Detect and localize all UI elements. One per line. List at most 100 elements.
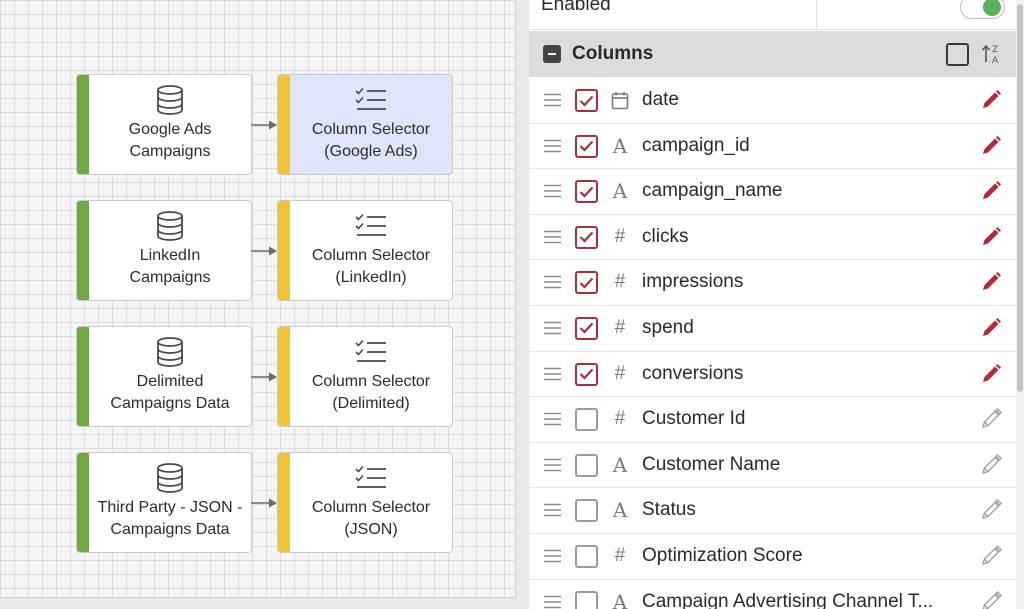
column-checkbox[interactable]: [575, 225, 598, 249]
column-checkbox[interactable]: [575, 316, 598, 340]
drag-handle-icon[interactable]: [544, 412, 561, 426]
column-row: # conversions: [529, 352, 1016, 398]
text-type-icon: A: [612, 498, 628, 523]
edit-pencil-icon[interactable]: [980, 544, 1002, 567]
number-type-icon: #: [614, 362, 626, 384]
column-name: date: [642, 89, 679, 110]
column-row: Acampaign_id: [529, 124, 1016, 170]
node-color-bar: [77, 453, 89, 552]
column-row: # Customer Id: [529, 397, 1016, 443]
drag-handle-icon[interactable]: [544, 503, 561, 517]
column-checkbox[interactable]: [575, 408, 598, 432]
select-all-checkbox[interactable]: [946, 43, 969, 66]
column-row: # impressions: [529, 260, 1016, 306]
source-node[interactable]: LinkedIn Campaigns: [76, 200, 252, 301]
text-type-icon: A: [612, 452, 628, 477]
column-selector-node[interactable]: Column Selector (Delimited): [277, 326, 453, 427]
section-title: Columns: [572, 43, 654, 64]
column-selector-node[interactable]: Column Selector (JSON): [277, 452, 453, 553]
node-label-line1: Column Selector: [311, 121, 431, 138]
source-node[interactable]: Third Party - JSON - Campaigns Data: [76, 452, 252, 553]
edit-pencil-icon[interactable]: [980, 226, 1002, 248]
number-type-icon: #: [614, 544, 626, 566]
node-label: Google Ads Campaigns: [77, 119, 251, 163]
node-label-line2: Campaigns Data: [110, 395, 230, 412]
column-checkbox[interactable]: [575, 134, 598, 158]
node-label-line1: Google Ads: [128, 121, 212, 138]
edit-pencil-icon[interactable]: [980, 89, 1002, 111]
column-row: Acampaign_name: [529, 169, 1016, 215]
drag-handle-icon[interactable]: [544, 595, 561, 609]
column-row: A Campaign Advertising Channel T...: [529, 580, 1016, 609]
number-type-icon: #: [614, 225, 626, 247]
node-label-line1: Column Selector: [311, 499, 431, 516]
column-selector-panel: Enabled Columns Z A date Acampaign_id Acam…: [529, 0, 1016, 609]
edit-pencil-icon[interactable]: [980, 499, 1002, 521]
panel-scrollbar[interactable]: [1016, 0, 1024, 609]
text-type-icon: A: [612, 133, 628, 158]
column-name: Optimization Score: [642, 544, 803, 566]
drag-handle-icon[interactable]: [544, 549, 561, 563]
drag-handle-icon[interactable]: [544, 230, 561, 244]
edit-pencil-icon[interactable]: [980, 135, 1002, 157]
column-name: campaign_name: [642, 180, 783, 202]
edit-pencil-icon[interactable]: [980, 317, 1002, 339]
column-name: Customer Name: [642, 453, 781, 475]
enabled-toggle[interactable]: [960, 0, 1005, 19]
checklist-icon: [278, 463, 452, 493]
column-checkbox[interactable]: [575, 180, 598, 204]
drag-handle-icon[interactable]: [544, 139, 561, 153]
column-name: conversions: [642, 362, 744, 384]
column-row: # spend: [529, 306, 1016, 352]
node-label: Delimited Campaigns Data: [77, 371, 251, 415]
drag-handle-icon[interactable]: [544, 275, 561, 289]
node-label: Column Selector (Google Ads): [278, 119, 452, 163]
node-label: Column Selector (LinkedIn): [278, 245, 452, 289]
column-checkbox[interactable]: [575, 362, 598, 386]
svg-text:Z: Z: [992, 45, 998, 55]
connector-arrow-icon: [251, 498, 277, 508]
drag-handle-icon[interactable]: [544, 458, 561, 472]
column-list: date Acampaign_id Acampaign_name # clicks # im…: [529, 78, 1016, 609]
enabled-label: Enabled: [541, 0, 611, 15]
column-checkbox[interactable]: [575, 89, 598, 112]
column-checkbox[interactable]: [575, 544, 598, 568]
column-row: # clicks: [529, 215, 1016, 261]
column-name: spend: [642, 316, 694, 338]
edit-pencil-icon[interactable]: [980, 408, 1002, 430]
number-type-icon: #: [614, 271, 626, 293]
edit-pencil-icon[interactable]: [980, 271, 1002, 293]
node-color-bar: [278, 453, 290, 552]
source-node[interactable]: Delimited Campaigns Data: [76, 326, 252, 427]
column-name: Customer Id: [642, 408, 746, 430]
pipeline-canvas[interactable]: Google Ads Campaigns Column Selector (Googl…: [0, 0, 516, 598]
number-type-icon: #: [614, 408, 626, 430]
drag-handle-icon[interactable]: [544, 367, 561, 381]
toggle-knob: [983, 0, 1001, 16]
node-label-line1: Third Party - JSON -: [97, 499, 243, 516]
edit-pencil-icon[interactable]: [980, 590, 1002, 609]
node-color-bar: [278, 327, 290, 426]
scrollbar-thumb[interactable]: [1017, 4, 1023, 392]
column-selector-node[interactable]: Column Selector (LinkedIn): [277, 200, 453, 301]
column-row: date: [529, 78, 1016, 124]
sort-alpha-icon[interactable]: Z A: [981, 42, 1003, 66]
edit-pencil-icon[interactable]: [980, 363, 1002, 385]
column-checkbox[interactable]: [575, 453, 598, 477]
column-selector-node[interactable]: Column Selector (Google Ads): [277, 74, 453, 175]
edit-pencil-icon[interactable]: [980, 453, 1002, 476]
calendar-icon: [609, 88, 631, 112]
drag-handle-icon[interactable]: [544, 321, 561, 335]
source-node[interactable]: Google Ads Campaigns: [76, 74, 252, 175]
collapse-icon[interactable]: [543, 45, 561, 63]
number-type-icon: #: [614, 316, 626, 338]
node-color-bar: [77, 201, 89, 300]
column-checkbox[interactable]: [575, 271, 598, 295]
drag-handle-icon[interactable]: [544, 184, 561, 198]
node-label: Third Party - JSON - Campaigns Data: [77, 497, 251, 541]
column-checkbox[interactable]: [575, 499, 598, 523]
column-checkbox[interactable]: [575, 590, 598, 609]
edit-pencil-icon[interactable]: [980, 180, 1002, 202]
drag-handle-icon[interactable]: [544, 93, 561, 107]
node-label-line2: (Delimited): [332, 395, 410, 412]
